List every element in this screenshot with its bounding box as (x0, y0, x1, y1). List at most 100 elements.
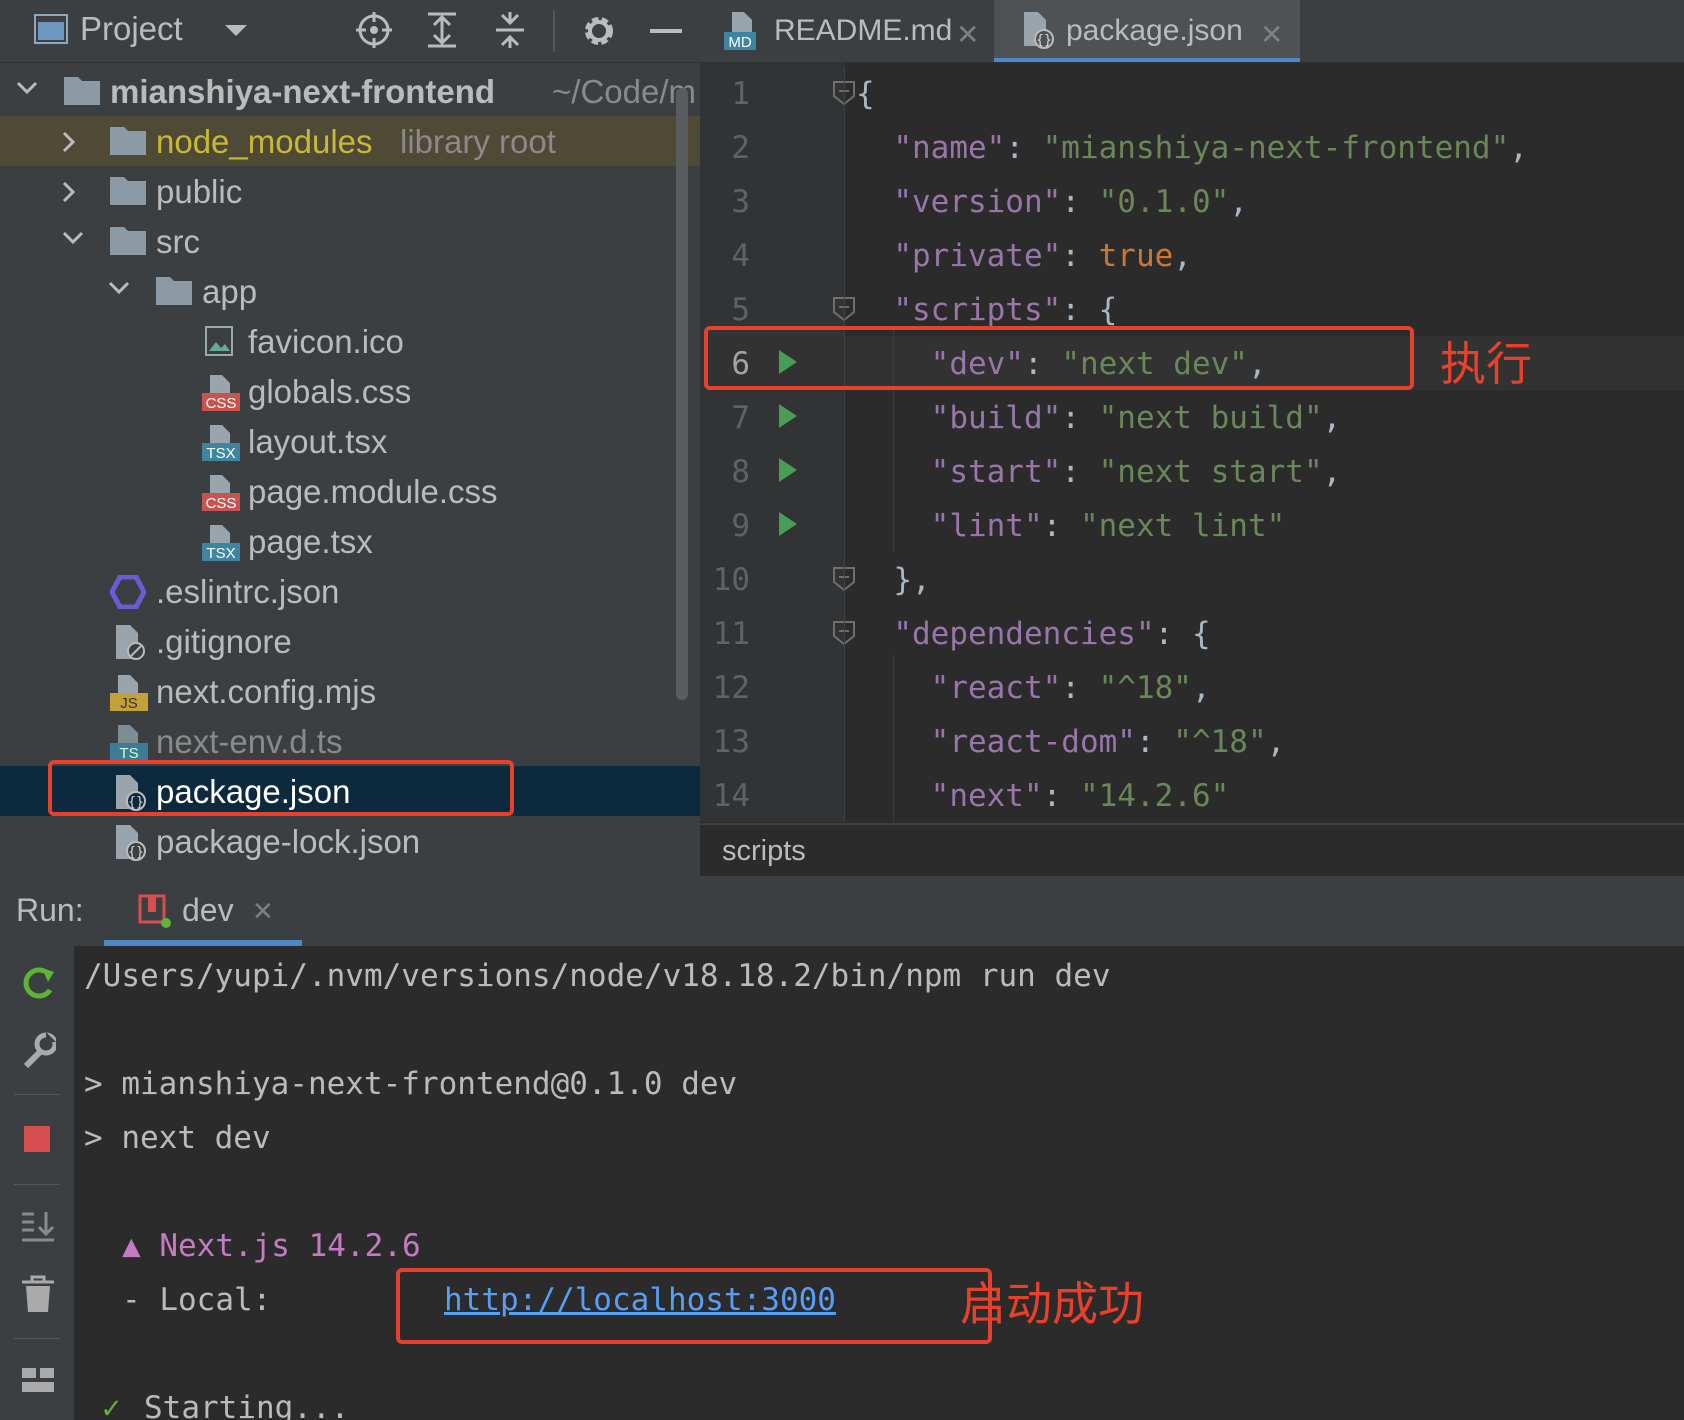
code-text: "react": "^18", (856, 670, 1211, 706)
tree-item-label: globals.css (248, 373, 412, 410)
chevron-down-icon[interactable] (108, 281, 130, 295)
code-line[interactable]: 7 "build": "next build", (700, 390, 1684, 444)
code-token: "react" (856, 670, 1062, 706)
chevron-right-icon[interactable] (62, 131, 76, 153)
console-output[interactable]: /Users/yupi/.nvm/versions/node/v18.18.2/… (74, 946, 1684, 1420)
run-tab-label: dev (182, 892, 234, 928)
tree-item-label: mianshiya-next-frontend (110, 73, 496, 110)
tree-item-root[interactable]: mianshiya-next-frontend ~/Code/m (0, 66, 700, 116)
tree-item-public[interactable]: public (0, 166, 700, 216)
tree-item-file[interactable]: .eslintrc.json (0, 566, 700, 616)
annotation-exec: 执行 (1440, 337, 1532, 391)
tree-item-file[interactable]: TSX page.tsx (0, 516, 700, 566)
run-script-icon[interactable] (777, 510, 799, 538)
line-number[interactable]: 9 (700, 508, 750, 544)
close-icon[interactable]: ✕ (1260, 18, 1283, 51)
code-line[interactable]: 9 "lint": "next lint" (700, 498, 1684, 552)
run-script-icon[interactable] (777, 456, 799, 484)
tree-item-suffix: library root (400, 123, 556, 160)
json-file-icon: {} (1020, 12, 1056, 50)
line-number[interactable]: 4 (700, 238, 750, 274)
run-label: Run: (16, 892, 84, 928)
tree-item-label: app (202, 273, 258, 310)
tree-item-app[interactable]: app (0, 266, 700, 316)
code-line[interactable]: 2 "name": "mianshiya-next-frontend", (700, 120, 1684, 174)
collapse-all-icon[interactable] (492, 12, 528, 48)
tree-item-label: page.module.css (248, 473, 498, 510)
breadcrumb[interactable]: scripts (700, 823, 1684, 876)
tree-item-file[interactable]: JS next.config.mjs (0, 666, 700, 716)
tree-item-file[interactable]: CSS page.module.css (0, 466, 700, 516)
console-starting: Starting... (144, 1390, 350, 1420)
line-number[interactable]: 8 (700, 454, 750, 490)
breadcrumb-item[interactable]: scripts (722, 835, 806, 868)
folder-icon (110, 175, 146, 205)
tsx-file-icon: TSX (202, 525, 240, 561)
run-panel-header: Run: dev ✕ (0, 876, 1684, 947)
locate-icon[interactable] (356, 12, 392, 48)
tab-package-json[interactable]: {} package.json ✕ (994, 0, 1300, 62)
close-icon[interactable]: ✕ (252, 896, 274, 927)
ts-file-icon: TS (110, 725, 148, 761)
chevron-right-icon[interactable] (62, 181, 76, 203)
expand-all-icon[interactable] (424, 12, 460, 48)
tsx-file-icon: TSX (202, 425, 240, 461)
code-token: "version" (856, 184, 1062, 220)
line-number[interactable]: 7 (700, 400, 750, 436)
code-line[interactable]: 12 "react": "^18", (700, 660, 1684, 714)
tree-item-src[interactable]: src (0, 216, 700, 266)
close-icon[interactable]: ✕ (956, 18, 979, 51)
chevron-down-icon[interactable] (224, 24, 248, 38)
project-scrollbar[interactable] (676, 88, 688, 700)
tree-item-file[interactable]: TSX layout.tsx (0, 416, 700, 466)
tree-item-node-modules[interactable]: node_modules library root (0, 116, 700, 166)
line-number[interactable]: 13 (700, 724, 750, 760)
code-line[interactable]: 3 "version": "0.1.0", (700, 174, 1684, 228)
line-number[interactable]: 3 (700, 184, 750, 220)
line-number[interactable]: 14 (700, 778, 750, 814)
code-text: "name": "mianshiya-next-frontend", (856, 130, 1528, 166)
line-number[interactable]: 12 (700, 670, 750, 706)
code-token: , (1229, 184, 1248, 220)
tree-item-label: package-lock.json (156, 823, 421, 860)
code-line[interactable]: 11 "dependencies": { (700, 606, 1684, 660)
line-number[interactable]: 10 (700, 562, 750, 598)
chevron-down-icon[interactable] (16, 81, 38, 95)
code-token: : (1061, 400, 1099, 436)
tree-item-label: src (156, 223, 200, 260)
wrench-icon[interactable] (20, 1032, 56, 1072)
code-line[interactable]: 1{ (700, 66, 1684, 120)
highlight-box-package-json (48, 760, 514, 816)
code-line[interactable]: 4 "private": true, (700, 228, 1684, 282)
code-token: , (1173, 238, 1192, 274)
tree-item-path: ~/Code/m (552, 73, 696, 110)
tree-item-file[interactable]: CSS globals.css (0, 366, 700, 416)
rerun-icon[interactable] (20, 962, 56, 1002)
chevron-down-icon[interactable] (62, 231, 84, 245)
line-number[interactable]: 11 (700, 616, 750, 652)
code-line[interactable]: 13 "react-dom": "^18", (700, 714, 1684, 768)
minimize-icon[interactable] (650, 29, 682, 33)
project-panel-title[interactable]: Project (80, 10, 183, 48)
layout-icon[interactable] (20, 1366, 56, 1396)
scroll-to-end-icon[interactable] (20, 1208, 56, 1244)
code-line[interactable]: 8 "start": "next start", (700, 444, 1684, 498)
code-area[interactable]: 1{2 "name": "mianshiya-next-frontend", 3 … (700, 66, 1684, 822)
line-number[interactable]: 1 (700, 76, 750, 112)
trash-icon[interactable] (20, 1274, 56, 1314)
code-line[interactable]: 14 "next": "14.2.6" (700, 768, 1684, 822)
tree-item-label: node_modules (156, 123, 373, 160)
tree-item-file[interactable]: TS next-env.d.ts (0, 716, 700, 766)
tree-item-file[interactable]: favicon.ico (0, 316, 700, 366)
tree-item-package-lock[interactable]: {} package-lock.json (0, 816, 700, 866)
tab-readme[interactable]: MD README.md ✕ (700, 0, 994, 62)
run-tab-dev[interactable]: dev ✕ (104, 876, 302, 946)
gear-icon[interactable] (580, 12, 618, 50)
line-number[interactable]: 2 (700, 130, 750, 166)
stop-icon[interactable] (20, 1122, 56, 1158)
line-number[interactable]: 5 (700, 292, 750, 328)
code-line[interactable]: 10 }, (700, 552, 1684, 606)
markdown-file-icon: MD (724, 12, 762, 50)
run-script-icon[interactable] (777, 402, 799, 430)
tree-item-file[interactable]: .gitignore (0, 616, 700, 666)
